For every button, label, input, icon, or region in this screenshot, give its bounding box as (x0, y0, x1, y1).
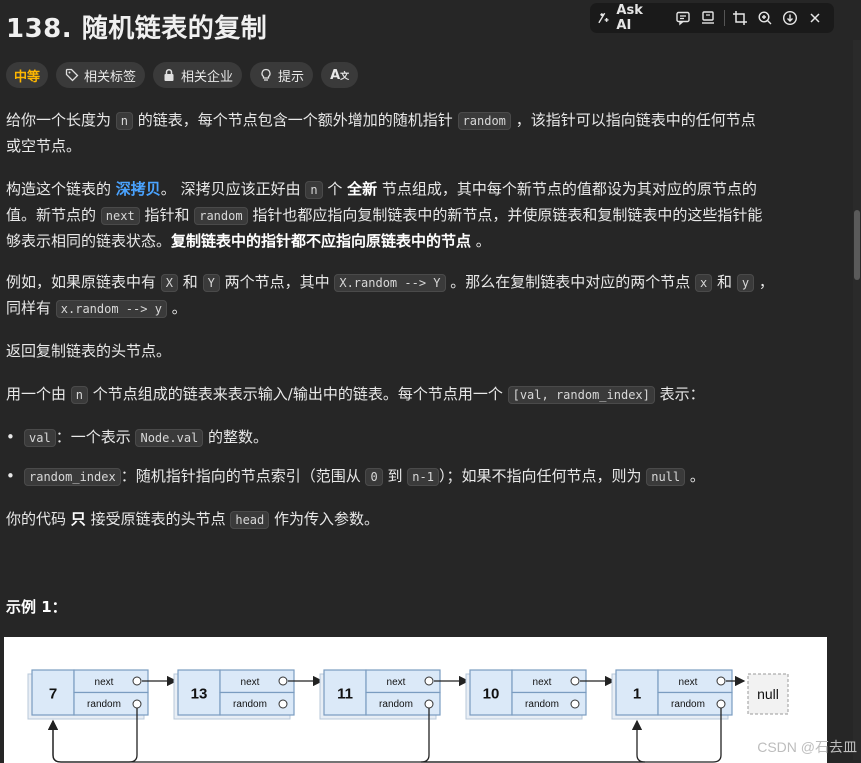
node-value: 11 (337, 686, 353, 703)
sparkle-icon (598, 12, 609, 24)
node-next-label: next (533, 677, 552, 688)
zoom-button[interactable] (753, 6, 778, 30)
comment-button[interactable] (671, 6, 696, 30)
comment-icon (676, 11, 690, 26)
lightbulb-icon (259, 68, 273, 82)
node-random-label: random (87, 699, 121, 710)
page-title: 138. 随机链表的复制 (6, 14, 268, 44)
tag-row: 中等 相关标签 相关企业 提示 A文 (6, 62, 359, 88)
node-next-label: next (241, 677, 260, 688)
node-value: 13 (191, 686, 208, 703)
note-icon (702, 11, 715, 24)
node-next-label: next (679, 677, 698, 688)
ask-ai-button[interactable]: Ask AI (596, 3, 661, 33)
tag-icon (65, 68, 79, 82)
crop-button[interactable] (728, 6, 753, 30)
description-paragraph-6: 你的代码 只 接受原链表的头节点 head 作为传入参数。 (6, 510, 380, 529)
translate-icon: A文 (330, 67, 350, 83)
lock-icon (162, 68, 176, 82)
next-pointer-dot (424, 676, 434, 686)
example-title: 示例 1： (6, 598, 67, 616)
random-pointer-dot (424, 699, 434, 709)
node-value: 1 (633, 686, 641, 703)
description-paragraph-1: 给你一个长度为 n 的链表，每个节点包含一个额外增加的随机指针 random ，… (6, 111, 756, 155)
toolbar-divider (723, 10, 725, 26)
random-pointer-dot (570, 699, 580, 709)
scrollbar[interactable] (853, 40, 861, 760)
download-button[interactable] (778, 6, 803, 30)
ask-ai-label: Ask AI (616, 3, 643, 33)
zoom-in-icon (758, 11, 772, 25)
hints-label: 提示 (278, 69, 305, 85)
random-pointer-dot (278, 699, 288, 709)
related-companies-label: 相关企业 (181, 69, 234, 85)
node-random-label: random (671, 699, 705, 710)
node-value: 7 (49, 686, 57, 703)
close-button[interactable] (803, 6, 828, 30)
next-pointer-dot (278, 676, 288, 686)
node-next-label: next (387, 677, 406, 688)
linked-list-diagram: 7 next random 13 next random 11 next random 10 nex… (27, 669, 789, 763)
node-value: 10 (483, 686, 500, 703)
description-paragraph-3: 例如，如果原链表中有 X 和 Y 两个节点，其中 X.random --> Y … (6, 273, 774, 318)
node-random-label: random (379, 699, 413, 710)
related-companies-button[interactable]: 相关企业 (153, 62, 243, 88)
difficulty-badge: 中等 (6, 62, 49, 88)
note-button[interactable] (696, 6, 721, 30)
related-tags-label: 相关标签 (84, 69, 137, 85)
node-random-label: random (525, 699, 559, 710)
related-tags-button[interactable]: 相关标签 (56, 62, 146, 88)
download-icon (783, 10, 798, 26)
null-label: null (757, 686, 779, 702)
close-icon (810, 13, 820, 23)
node-random-label: random (233, 699, 267, 710)
translate-button[interactable]: A文 (321, 62, 359, 88)
description-paragraph-5: 用一个由 n 个节点组成的链表来表示输入/输出中的链表。每个节点用一个 [val… (6, 385, 705, 404)
description-paragraph-4: 返回复制链表的头节点。 (6, 342, 172, 360)
scrollbar-thumb[interactable] (854, 210, 860, 280)
hints-button[interactable]: 提示 (250, 62, 314, 88)
example-diagram: 7 next random 13 next random 11 next random 10 nex… (4, 637, 827, 763)
deep-copy-link[interactable]: 深拷贝 (116, 180, 161, 198)
next-pointer-dot (132, 676, 142, 686)
description-paragraph-2: 构造这个链表的 深拷贝。 深拷贝应该正好由 n 个 全新 节点组成，其中每个新节… (6, 180, 763, 250)
watermark: CSDN @石去皿 (757, 739, 857, 755)
list-item-val: • val ：一个表示 Node.val 的整数。 (6, 428, 269, 447)
random-pointer-dot (132, 699, 142, 709)
node-next-label: next (95, 677, 114, 688)
next-pointer-dot (716, 676, 726, 686)
list-item-random-index: • random_index ：随机指针指向的节点索引（范围从 0 到 n-1 ）；如… (6, 467, 705, 486)
crop-icon (733, 11, 748, 25)
next-pointer-dot (570, 676, 580, 686)
top-toolbar: Ask AI (590, 3, 834, 33)
random-pointer-dot (716, 699, 726, 709)
